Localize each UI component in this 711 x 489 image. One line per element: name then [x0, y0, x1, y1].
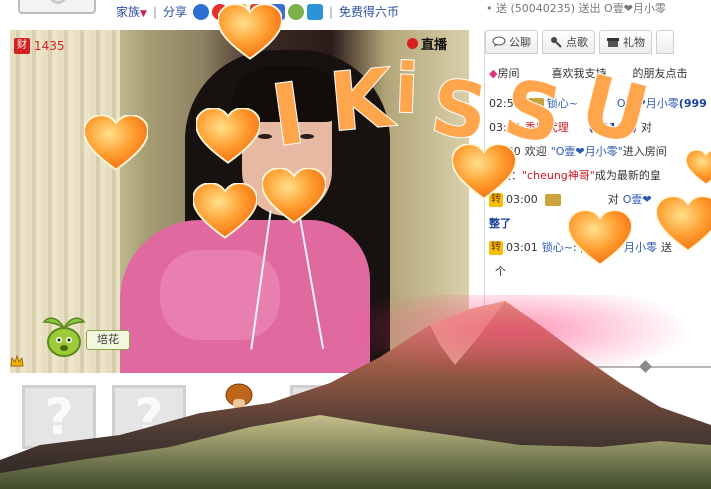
family-label: 家族	[116, 5, 141, 19]
douban-share-icon[interactable]	[288, 3, 304, 20]
wealth-value: 1435	[34, 39, 65, 53]
chat-message: 转 03:01 锁心~ : 向 O壹❤月小零 送	[489, 236, 711, 260]
chat-tabs: 公聊 点歌 礼物	[485, 30, 711, 56]
live-dot-icon	[406, 38, 418, 49]
chat-text: 房间	[497, 67, 520, 80]
chat-id: (61106)	[588, 121, 638, 134]
chat-time: 03:00	[489, 121, 521, 134]
top-bar: 家族▼ | 分享 | 免费得六币 • 送 (50040235) 送出 O壹❤月小…	[0, 0, 711, 30]
chat-nick[interactable]: O壹❤	[623, 193, 652, 207]
chat-text: 个	[495, 265, 506, 278]
chat-message: ◆ 房间 喜欢我支持 的朋友点击	[489, 62, 711, 86]
badge-icon	[544, 194, 561, 206]
streamer-mouth	[272, 180, 298, 188]
pin-icon: ◆	[489, 67, 498, 80]
chat-message: 03:00 欢迎 "O壹❤月小零" 进入房间	[489, 140, 711, 164]
tab-label: 公聊	[509, 36, 531, 49]
tab-label: 礼物	[623, 36, 645, 49]
chat-nick[interactable]: "O壹❤月小零"	[551, 145, 623, 159]
chat-text: 喜欢我支持	[551, 67, 607, 80]
microphone-icon	[551, 37, 562, 48]
tab-public-chat[interactable]: 公聊	[485, 30, 538, 54]
wealth-icon: 财	[14, 38, 30, 54]
streamer-eye	[300, 134, 314, 139]
transfer-tag: 转	[489, 241, 503, 255]
chat-message: 02:56 锁心~ 对 O壹❤月小零 (999	[489, 92, 711, 116]
chat-nick[interactable]: 锁心~	[547, 97, 578, 111]
separator: |	[329, 4, 334, 19]
chat-message: 快报： "cheung神哥" 成为最新的皇	[489, 164, 711, 188]
chat-nick[interactable]: O壹❤月小零	[617, 97, 679, 111]
chat-text: 送	[661, 241, 672, 254]
tab-label: 点歌	[566, 36, 588, 49]
chat-text: 对	[641, 121, 653, 134]
top-thumbnail-slot[interactable]	[18, 0, 96, 14]
chat-message: 个	[489, 260, 711, 284]
tab-request-song[interactable]: 点歌	[542, 30, 595, 54]
chat-text: 的朋友点击	[632, 67, 688, 80]
refresh-ring-icon	[49, 0, 67, 4]
tencent-share-icon[interactable]	[307, 3, 323, 20]
chat-text: 进入房间	[622, 145, 667, 158]
qzone-share-icon[interactable]	[269, 3, 285, 20]
transfer-tag: 转	[489, 193, 503, 207]
chat-nick[interactable]: 秀房代理	[525, 121, 569, 135]
streamer-eye	[258, 134, 272, 139]
chat-message: 转 03:00 对 O壹❤	[489, 188, 711, 212]
star-share-icon[interactable]	[231, 3, 247, 20]
chat-text: 对	[607, 193, 619, 206]
free-coins-link[interactable]: 免费得六币	[339, 3, 399, 20]
chat-text: 欢迎	[524, 145, 547, 158]
family-menu[interactable]: 家族▼	[116, 3, 147, 20]
chat-nick[interactable]: 锁心~	[542, 241, 573, 255]
chat-time: 02:56	[489, 97, 521, 110]
chat-message: 整了	[489, 212, 711, 236]
chat-message: 03:00 秀房代理 (61106) 对	[489, 116, 711, 140]
chat-log: ◆ 房间 喜欢我支持 的朋友点击 02:56 锁心~ 对 O壹❤月小零 (999…	[489, 62, 711, 284]
share-icons	[193, 3, 323, 20]
chat-text: 对	[589, 97, 601, 110]
kaixin-share-icon[interactable]	[250, 3, 266, 20]
chat-bubble-icon	[492, 36, 506, 47]
chat-value: (999	[678, 97, 707, 110]
live-indicator: 直播	[406, 34, 447, 53]
chat-text: : 向	[572, 241, 592, 254]
chat-nick[interactable]: O壹❤月小零	[595, 241, 657, 255]
weibo-share-icon[interactable]	[212, 3, 228, 20]
tab-more[interactable]	[656, 30, 674, 54]
chat-nick[interactable]: "cheung神哥"	[522, 169, 595, 183]
badge-icon	[527, 98, 544, 110]
tab-gifts[interactable]: 礼物	[599, 30, 652, 54]
chat-time: 03:00	[489, 145, 521, 158]
live-label: 直播	[420, 38, 447, 53]
renren-share-icon[interactable]	[193, 3, 209, 20]
chat-time: 03:00	[506, 193, 538, 206]
separator: |	[152, 4, 157, 19]
news-label: 快报：	[489, 169, 522, 182]
top-links: 家族▼ | 分享 | 免费得六币	[116, 3, 399, 20]
gift-icon	[607, 38, 619, 47]
mountain-sticker	[0, 295, 711, 489]
chat-time: 03:01	[506, 241, 538, 254]
streamer-bangs	[232, 66, 342, 122]
gift-ticker: • 送 (50040235) 送出 O壹❤月小零	[486, 2, 666, 15]
share-label: 分享	[162, 5, 187, 19]
dropdown-arrow-icon: ▼	[140, 9, 147, 19]
wealth-badge: 财 1435	[14, 38, 65, 54]
chat-text: 成为最新的皇	[594, 169, 661, 182]
chat-text: 整了	[489, 217, 511, 230]
